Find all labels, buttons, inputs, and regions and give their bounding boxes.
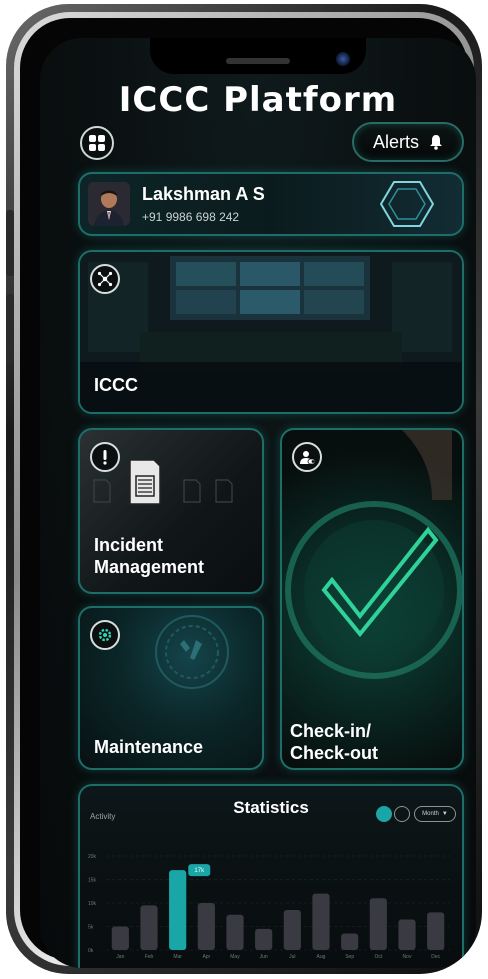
alerts-label: Alerts	[372, 131, 419, 152]
y-tick-label: 5k	[88, 925, 94, 931]
bar-apr[interactable]	[197, 903, 215, 950]
profile-name: Lakshman A S	[142, 184, 265, 204]
y-tick-label: 20k	[88, 854, 97, 860]
area-chart-toggle-icon[interactable]	[376, 806, 392, 822]
iccc-label: ICCC	[94, 375, 138, 395]
bar-chart: 0k 5k 10k 15k 20k Jan Feb Mar 17k Apr May Jun Jul Aug…	[88, 854, 450, 960]
notch	[150, 38, 366, 74]
iccc-card[interactable]: ICCC	[78, 250, 464, 414]
y-tick-label: 0k	[88, 948, 94, 954]
bar-dec[interactable]	[427, 912, 445, 950]
page-title: ICCC Platform	[118, 80, 398, 120]
x-tick-label: Dec	[431, 954, 440, 960]
x-tick-label: Jun	[260, 954, 268, 960]
grid-menu-icon	[89, 135, 105, 151]
highlight-tooltip: 17k	[188, 864, 211, 877]
x-tick-label: Jul	[289, 954, 295, 960]
bar-sep[interactable]	[341, 933, 359, 950]
volume-up-button	[6, 210, 14, 276]
x-tick-label: Nov	[403, 954, 412, 960]
chevron-down-icon: ▼	[441, 811, 448, 817]
bell-icon	[430, 135, 442, 150]
exclamation-icon	[90, 442, 120, 472]
x-tick-label: Aug	[317, 954, 326, 960]
phone-frame: ICCC Platform Alerts Lakshman A S +91 99…	[6, 4, 482, 974]
maintenance-card[interactable]: Maintenance	[78, 606, 264, 770]
line-chart-toggle-icon[interactable]	[394, 806, 410, 822]
app-screen: ICCC Platform Alerts Lakshman A S +91 99…	[40, 38, 476, 968]
activity-label: Activity	[90, 812, 116, 821]
x-tick-label: Sep	[345, 954, 354, 960]
check-in-out-card[interactable]: Check-in/ Check-out	[280, 428, 464, 770]
x-tick-label: Oct	[374, 954, 382, 960]
period-select[interactable]: Month ▼	[414, 806, 456, 822]
x-tick-label: Mar	[173, 954, 182, 960]
bar-aug[interactable]	[312, 893, 330, 950]
maintenance-label: Maintenance	[94, 737, 204, 757]
svg-text:17k: 17k	[194, 868, 205, 874]
volume-down-button	[6, 294, 14, 364]
hexagon-decoration	[380, 181, 434, 227]
x-tick-label: Jan	[116, 954, 124, 960]
alerts-button[interactable]: Alerts	[352, 122, 464, 162]
network-icon	[90, 264, 120, 294]
incident-management-label: Incident Management	[94, 535, 205, 577]
bar-feb[interactable]	[140, 905, 158, 950]
x-tick-label: Feb	[145, 954, 154, 960]
speaker	[226, 58, 290, 64]
gear-icon	[90, 620, 120, 650]
bar-nov[interactable]	[398, 919, 416, 950]
checkmark-illustration	[285, 430, 462, 679]
x-tick-label: May	[230, 954, 240, 960]
bar-may[interactable]	[226, 914, 244, 950]
user-toggle-icon	[292, 442, 322, 472]
profile-phone: +91 9986 698 242	[142, 210, 240, 224]
bar-jul[interactable]	[283, 910, 301, 950]
menu-button[interactable]	[80, 126, 114, 160]
bar-mar[interactable]	[169, 870, 187, 950]
avatar	[88, 182, 130, 226]
y-tick-label: 15k	[88, 878, 97, 884]
period-value: Month	[422, 811, 439, 817]
x-tick-label: Apr	[202, 954, 210, 960]
front-camera	[336, 52, 350, 66]
check-in-out-label: Check-in/ Check-out	[290, 721, 379, 763]
incident-management-card[interactable]: Incident Management	[78, 428, 264, 594]
bar-jan[interactable]	[111, 926, 129, 951]
bar-jun[interactable]	[255, 928, 273, 950]
profile-card[interactable]: Lakshman A S +91 9986 698 242	[78, 172, 464, 236]
statistics-card[interactable]: Statistics Activity Month ▼ 0k 5k 10k 15k 20…	[78, 784, 464, 968]
y-tick-label: 10k	[88, 901, 97, 907]
bar-oct[interactable]	[369, 898, 387, 950]
